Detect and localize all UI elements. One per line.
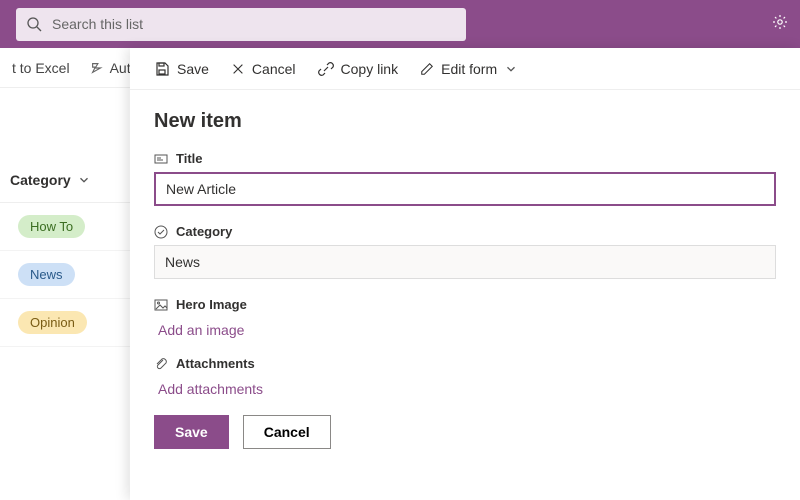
- title-input[interactable]: [154, 172, 776, 206]
- save-button[interactable]: Save: [154, 415, 229, 449]
- link-icon: [318, 61, 334, 77]
- field-label-text: Title: [176, 151, 203, 166]
- save-button[interactable]: Save: [154, 61, 209, 77]
- category-pill: How To: [18, 215, 85, 238]
- search-icon: [26, 16, 42, 32]
- toolbar-label: t to Excel: [12, 60, 70, 76]
- category-pill: Opinion: [18, 311, 87, 334]
- add-attachments-link[interactable]: Add attachments: [154, 377, 776, 397]
- panel-title: New item: [154, 110, 776, 133]
- chevron-down-icon: [77, 173, 91, 187]
- edit-form-button[interactable]: Edit form: [420, 61, 518, 77]
- edit-icon: [420, 62, 434, 76]
- settings-icon[interactable]: [772, 14, 788, 30]
- close-icon: [231, 62, 245, 76]
- list-row[interactable]: News: [0, 251, 140, 299]
- cancel-button[interactable]: Cancel: [231, 61, 296, 77]
- cmd-label: Save: [177, 61, 209, 77]
- field-label-text: Category: [176, 224, 232, 239]
- choice-icon: [154, 225, 168, 239]
- add-image-link[interactable]: Add an image: [154, 318, 776, 338]
- field-hero-image: Hero Image Add an image: [154, 297, 776, 338]
- copy-link-button[interactable]: Copy link: [318, 61, 399, 77]
- column-header-category[interactable]: Category: [0, 158, 140, 203]
- search-box[interactable]: [16, 8, 466, 41]
- field-category: Category News: [154, 224, 776, 279]
- search-input[interactable]: [52, 16, 456, 32]
- new-item-panel: Save Cancel Copy link Edit form New item: [130, 48, 800, 500]
- panel-body: New item Title Category News: [130, 90, 800, 469]
- image-icon: [154, 298, 168, 312]
- chevron-down-icon: [504, 62, 518, 76]
- field-attachments: Attachments Add attachments: [154, 356, 776, 397]
- cmd-label: Cancel: [252, 61, 296, 77]
- list-row[interactable]: How To: [0, 203, 140, 251]
- cancel-button[interactable]: Cancel: [243, 415, 331, 449]
- field-label-text: Attachments: [176, 356, 255, 371]
- field-title: Title: [154, 151, 776, 206]
- category-pill: News: [18, 263, 75, 286]
- list-column-area: Category How To News Opinion: [0, 88, 140, 347]
- flow-icon: [90, 61, 104, 75]
- category-value: News: [165, 254, 200, 270]
- category-select[interactable]: News: [154, 245, 776, 279]
- cmd-label: Edit form: [441, 61, 497, 77]
- field-label-text: Hero Image: [176, 297, 247, 312]
- export-excel-button[interactable]: t to Excel: [12, 60, 70, 76]
- save-icon: [154, 61, 170, 77]
- attachment-icon: [154, 357, 168, 371]
- panel-toolbar: Save Cancel Copy link Edit form: [130, 48, 800, 90]
- cmd-label: Copy link: [341, 61, 399, 77]
- text-field-icon: [154, 152, 168, 166]
- list-row[interactable]: Opinion: [0, 299, 140, 347]
- panel-footer: Save Cancel: [154, 415, 776, 449]
- column-header-label: Category: [10, 172, 71, 188]
- topbar: [0, 0, 800, 48]
